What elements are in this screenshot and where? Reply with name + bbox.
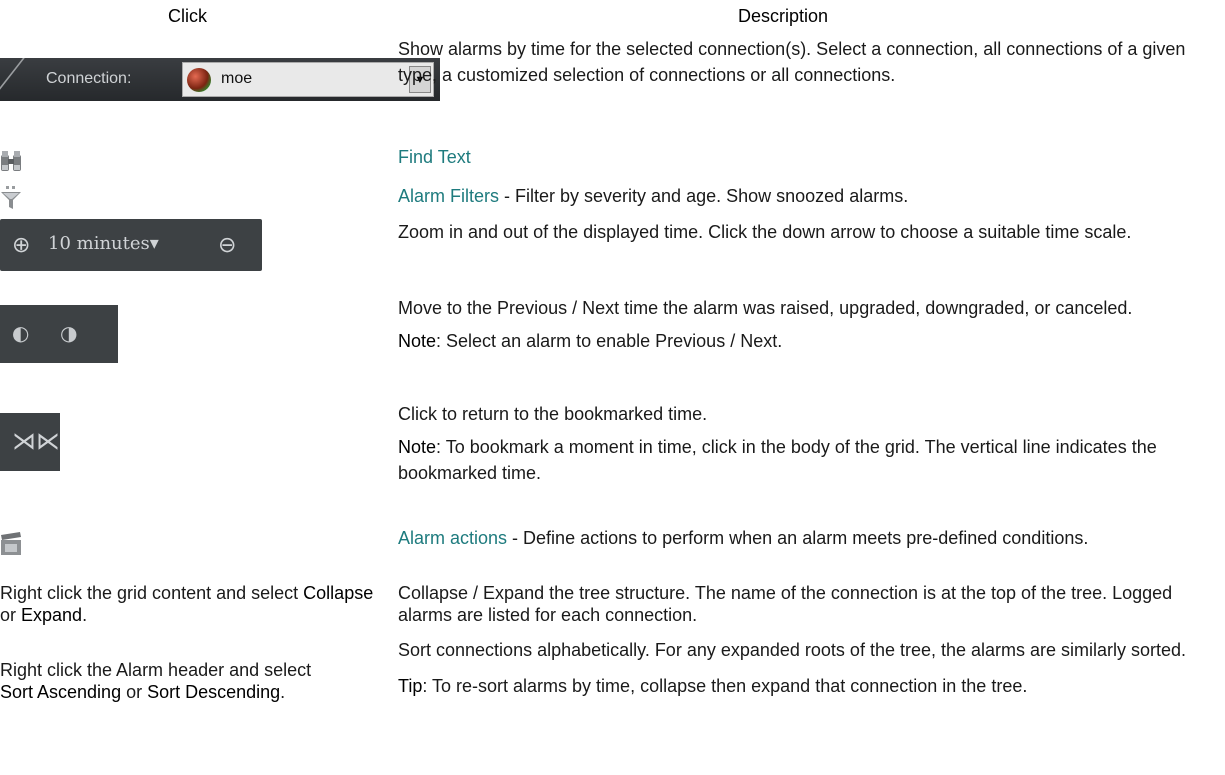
find-description: Find Text [398,144,1213,177]
actions-description: Alarm actions - Define actions to perfor… [398,528,1089,548]
bookmark-return-icon[interactable]: ⋊⋉ [12,427,60,455]
note-label: Note [398,437,437,457]
connection-type-icon [187,68,211,92]
sort-instruction: Right click the Alarm header and select … [0,660,312,702]
zoom-in-icon[interactable]: ⊕ [12,233,36,257]
prevnext-toolbar: ◐ ◑ [0,305,118,363]
previous-alarm-icon[interactable]: ◐ [12,321,29,345]
zoom-description: Zoom in and out of the displayed time. C… [398,222,1132,242]
alarm-actions-link[interactable]: Alarm actions [398,528,507,548]
column-header-description: Description [738,6,829,26]
connection-select[interactable]: moe ▼ [182,62,434,97]
find-text-link[interactable]: Find Text [398,147,471,167]
next-alarm-icon[interactable]: ◑ [60,321,77,345]
bookmark-description: Click to return to the bookmarked time. … [398,404,1157,483]
filter-icon[interactable] [0,186,22,210]
filters-description: Alarm Filters - Filter by severity and a… [398,186,909,206]
chevron-down-icon: ▾ [149,233,159,254]
clapperboard-icon[interactable] [0,532,22,556]
prevnext-description: Move to the Previous / Next time the ala… [398,298,1133,351]
column-header-click: Click [168,6,207,26]
time-scale-dropdown[interactable]: 10 minutes▾ [48,233,159,254]
alarm-filters-link[interactable]: Alarm Filters [398,186,499,206]
collapse-instruction: Right click the grid content and select … [0,583,374,625]
connection-toolbar: Connection: moe ▼ [0,58,440,101]
binoculars-icon[interactable] [0,149,22,173]
toolbar-divider [0,58,25,101]
tip-label: Tip [398,676,423,696]
connection-description: Show alarms by time for the selected con… [398,39,1186,85]
bookmark-toolbar: ⋊⋉ [0,413,60,471]
connection-label: Connection: [46,70,132,87]
note-label: Note [398,331,437,351]
connection-value: moe [221,70,253,87]
collapse-description: Collapse / Expand the tree structure. Th… [398,583,1173,625]
sort-description: Sort connections alphabetically. For any… [398,640,1187,696]
zoom-out-icon[interactable]: ⊖ [218,233,242,257]
zoom-toolbar: ⊕ 10 minutes▾ ⊖ [0,219,262,271]
